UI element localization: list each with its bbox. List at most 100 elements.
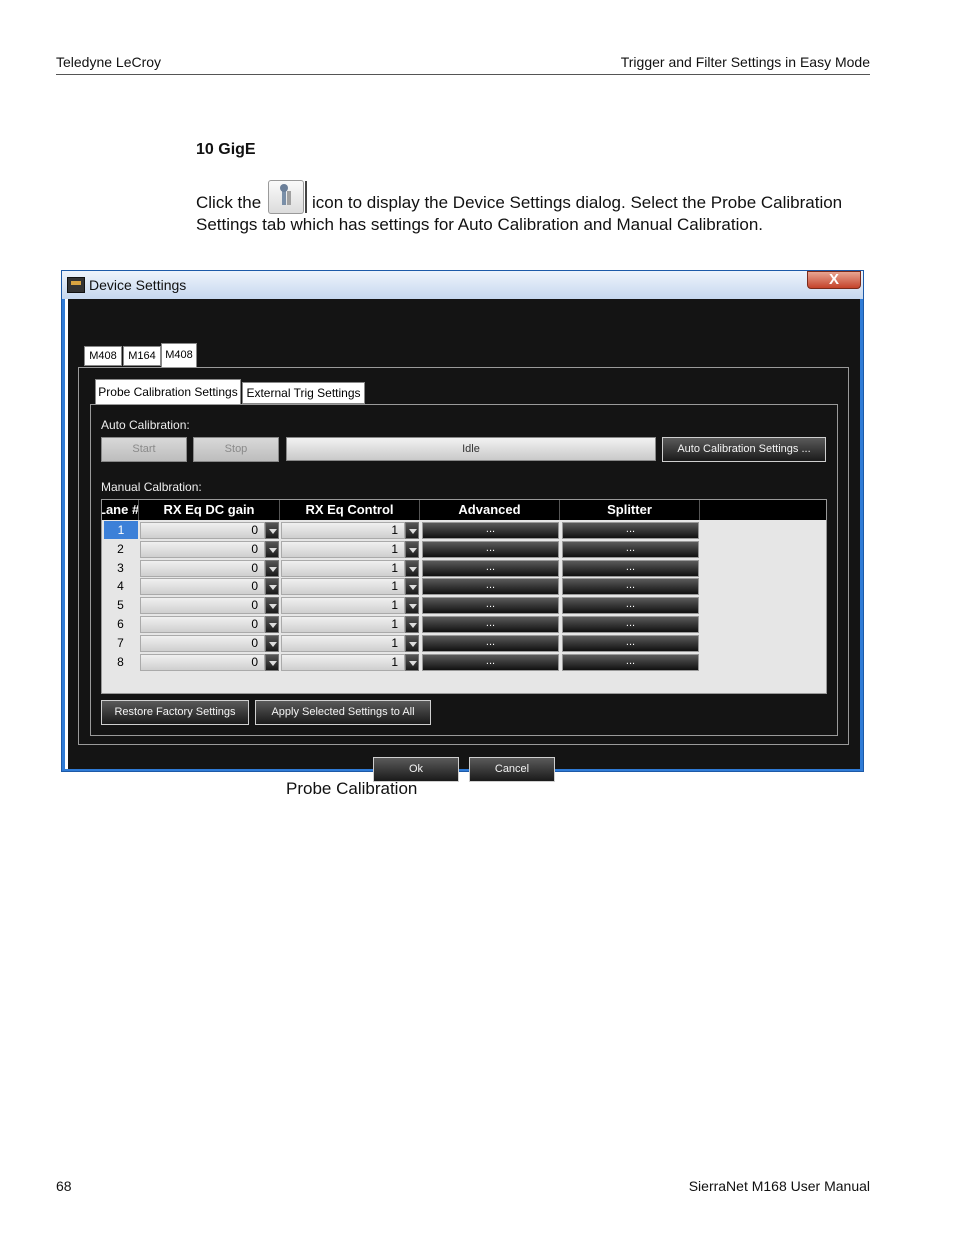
- dialog-titlebar[interactable]: Device Settings X: [62, 271, 863, 299]
- column-header-advanced[interactable]: Advanced: [420, 500, 560, 520]
- tab-external-trig-settings[interactable]: External Trig Settings: [242, 382, 365, 404]
- table-row[interactable]: 5 0 1......: [102, 596, 702, 615]
- running-header-right: Trigger and Filter Settings in Easy Mode: [620, 54, 870, 70]
- apply-selected-settings-button[interactable]: Apply Selected Settings to All: [255, 700, 431, 725]
- dropdown-arrow-icon[interactable]: [265, 597, 279, 615]
- advanced-button[interactable]: ...: [422, 578, 559, 596]
- manual-calibration-label: Manual Calbration:: [101, 480, 202, 494]
- running-footer-right: SierraNet M168 User Manual: [688, 1178, 870, 1194]
- table-row[interactable]: 1 0 1......: [102, 521, 702, 540]
- border-strip: [65, 299, 68, 769]
- dropdown-arrow-icon[interactable]: [265, 578, 279, 596]
- table-row[interactable]: 6 0 1......: [102, 615, 702, 634]
- advanced-button[interactable]: ...: [422, 653, 559, 671]
- dropdown-arrow-icon[interactable]: [265, 634, 279, 652]
- header-filler: [700, 500, 826, 520]
- dropdown-arrow-icon[interactable]: [405, 522, 419, 539]
- rx-eq-control-field[interactable]: 1: [281, 597, 405, 615]
- lane-cell[interactable]: 8: [102, 653, 139, 671]
- advanced-button[interactable]: ...: [422, 597, 559, 615]
- running-header-left: Teledyne LeCroy: [56, 54, 162, 70]
- lane-cell[interactable]: 7: [102, 634, 139, 652]
- tab-device-m408-1[interactable]: M408: [84, 346, 122, 366]
- rx-eq-control-field[interactable]: 1: [281, 616, 405, 633]
- rx-eq-control-field[interactable]: 1: [281, 540, 405, 558]
- rx-eq-dc-gain-field[interactable]: 0: [140, 578, 265, 596]
- wrench-screwdriver-icon: [280, 184, 291, 205]
- dropdown-arrow-icon[interactable]: [265, 616, 279, 633]
- dropdown-arrow-icon[interactable]: [265, 540, 279, 558]
- dropdown-arrow-icon[interactable]: [265, 522, 279, 539]
- advanced-button[interactable]: ...: [422, 559, 559, 577]
- close-button[interactable]: X: [807, 271, 861, 289]
- auto-calibration-label: Auto Calibration:: [101, 418, 190, 432]
- rx-eq-control-field[interactable]: 1: [281, 634, 405, 652]
- advanced-button[interactable]: ...: [422, 616, 559, 633]
- lane-cell[interactable]: 5: [102, 596, 139, 614]
- rx-eq-dc-gain-field[interactable]: 0: [140, 597, 265, 615]
- lane-cell[interactable]: 6: [102, 615, 139, 633]
- lane-cell[interactable]: 3: [102, 559, 139, 577]
- advanced-button[interactable]: ...: [422, 522, 559, 539]
- rx-eq-control-field[interactable]: 1: [281, 578, 405, 596]
- app-icon: [67, 277, 85, 293]
- table-row[interactable]: 3 0 1......: [102, 559, 702, 578]
- dropdown-arrow-icon[interactable]: [265, 653, 279, 671]
- start-button[interactable]: Start: [101, 437, 187, 462]
- figure-caption: Probe Calibration: [286, 779, 418, 798]
- dropdown-arrow-icon[interactable]: [405, 578, 419, 596]
- dropdown-arrow-icon[interactable]: [405, 597, 419, 615]
- splitter-button[interactable]: ...: [562, 578, 699, 596]
- table-row[interactable]: 4 0 1......: [102, 577, 702, 596]
- device-settings-icon: [268, 180, 307, 214]
- rx-eq-control-field[interactable]: 1: [281, 559, 405, 577]
- column-header-rx-eq-dc-gain[interactable]: RX Eq DC gain: [139, 500, 280, 520]
- tab-device-m408-2[interactable]: M408: [161, 343, 197, 367]
- advanced-button[interactable]: ...: [422, 540, 559, 558]
- dialog-title: Device Settings: [89, 277, 187, 293]
- tab-device-m164[interactable]: M164: [123, 346, 161, 366]
- rx-eq-dc-gain-field[interactable]: 0: [140, 559, 265, 577]
- rx-eq-control-field[interactable]: 1: [281, 653, 405, 671]
- paragraph-line-2: Settings tab which has settings for Auto…: [196, 215, 763, 234]
- tab-probe-calibration-settings[interactable]: Probe Calibration Settings: [95, 379, 241, 405]
- lane-cell[interactable]: 2: [102, 540, 139, 558]
- paragraph-continued: icon to display the Device Settings dial…: [312, 193, 843, 212]
- stop-button[interactable]: Stop: [193, 437, 279, 462]
- column-header-rx-eq-control[interactable]: RX Eq Control: [280, 500, 420, 520]
- cancel-button[interactable]: Cancel: [469, 757, 555, 782]
- dropdown-arrow-icon[interactable]: [405, 559, 419, 577]
- restore-factory-settings-button[interactable]: Restore Factory Settings: [101, 700, 249, 725]
- splitter-button[interactable]: ...: [562, 616, 699, 633]
- advanced-button[interactable]: ...: [422, 634, 559, 652]
- splitter-button[interactable]: ...: [562, 597, 699, 615]
- lane-cell[interactable]: 1: [104, 521, 138, 539]
- manual-calibration-grid: Lane # RX Eq DC gain RX Eq Control Advan…: [101, 499, 827, 694]
- rx-eq-dc-gain-field[interactable]: 0: [140, 634, 265, 652]
- dropdown-arrow-icon[interactable]: [405, 540, 419, 558]
- table-row[interactable]: 7 0 1......: [102, 634, 702, 653]
- column-header-splitter[interactable]: Splitter: [560, 500, 700, 520]
- rx-eq-dc-gain-field[interactable]: 0: [140, 522, 265, 539]
- rx-eq-dc-gain-field[interactable]: 0: [140, 653, 265, 671]
- splitter-button[interactable]: ...: [562, 653, 699, 671]
- auto-calibration-settings-button[interactable]: Auto Calibration Settings ...: [662, 437, 826, 462]
- lane-cell[interactable]: 4: [102, 577, 139, 595]
- rx-eq-dc-gain-field[interactable]: 0: [140, 540, 265, 558]
- table-row[interactable]: 2 0 1......: [102, 540, 702, 559]
- dropdown-arrow-icon[interactable]: [265, 559, 279, 577]
- splitter-button[interactable]: ...: [562, 634, 699, 652]
- table-row[interactable]: 8 0 1......: [102, 653, 702, 672]
- splitter-button[interactable]: ...: [562, 540, 699, 558]
- column-header-lane[interactable]: Lane #: [102, 500, 139, 520]
- dropdown-arrow-icon[interactable]: [405, 616, 419, 633]
- rx-eq-dc-gain-field[interactable]: 0: [140, 616, 265, 633]
- splitter-button[interactable]: ...: [562, 522, 699, 539]
- dropdown-arrow-icon[interactable]: [405, 653, 419, 671]
- dropdown-arrow-icon[interactable]: [405, 634, 419, 652]
- splitter-button[interactable]: ...: [562, 559, 699, 577]
- header-divider: [56, 74, 870, 75]
- paragraph-start: Click the: [196, 193, 262, 212]
- rx-eq-control-field[interactable]: 1: [281, 522, 405, 539]
- device-settings-dialog: Device Settings X M408 M164 M408 Probe C…: [61, 270, 864, 782]
